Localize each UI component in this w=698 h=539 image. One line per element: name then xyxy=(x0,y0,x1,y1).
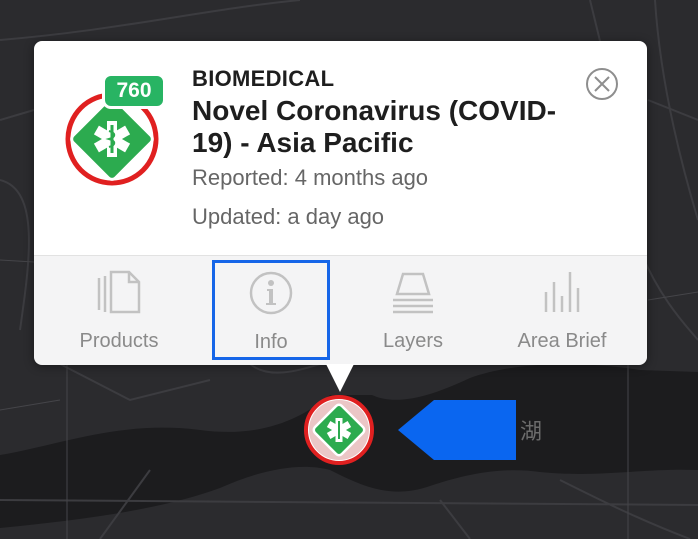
bar-chart-icon xyxy=(544,272,580,312)
area-brief-label: Area Brief xyxy=(517,330,607,352)
info-button[interactable]: Info xyxy=(212,260,330,360)
layers-button[interactable]: Layers xyxy=(354,256,472,365)
map-place-label: 湖 xyxy=(520,420,543,445)
popup-pointer xyxy=(326,364,354,392)
popup-toolbar: Products Info Layers Area Brief xyxy=(34,255,647,365)
count-badge: 760 xyxy=(102,73,166,109)
info-label: Info xyxy=(254,331,288,353)
products-button[interactable]: Products xyxy=(56,256,182,365)
event-header: 760 BIOMEDICAL Novel Coronavirus (COVID-… xyxy=(34,41,647,255)
event-popup: 760 BIOMEDICAL Novel Coronavirus (COVID-… xyxy=(34,41,647,365)
area-brief-button[interactable]: Area Brief xyxy=(500,256,624,365)
documents-icon xyxy=(97,270,141,314)
updated-time: Updated: a day ago xyxy=(192,204,385,229)
reported-time: Reported: 4 months ago xyxy=(192,165,429,190)
close-icon[interactable] xyxy=(585,67,619,101)
left-arrow-icon xyxy=(398,400,516,460)
event-map-marker[interactable] xyxy=(303,394,375,466)
event-category: BIOMEDICAL xyxy=(192,66,335,91)
layers-stack-icon xyxy=(393,272,433,314)
products-label: Products xyxy=(79,330,159,352)
event-title: Novel Coronavirus (COVID-19) - Asia Paci… xyxy=(192,95,557,158)
info-circle-icon xyxy=(249,271,293,315)
layers-label: Layers xyxy=(382,330,444,352)
